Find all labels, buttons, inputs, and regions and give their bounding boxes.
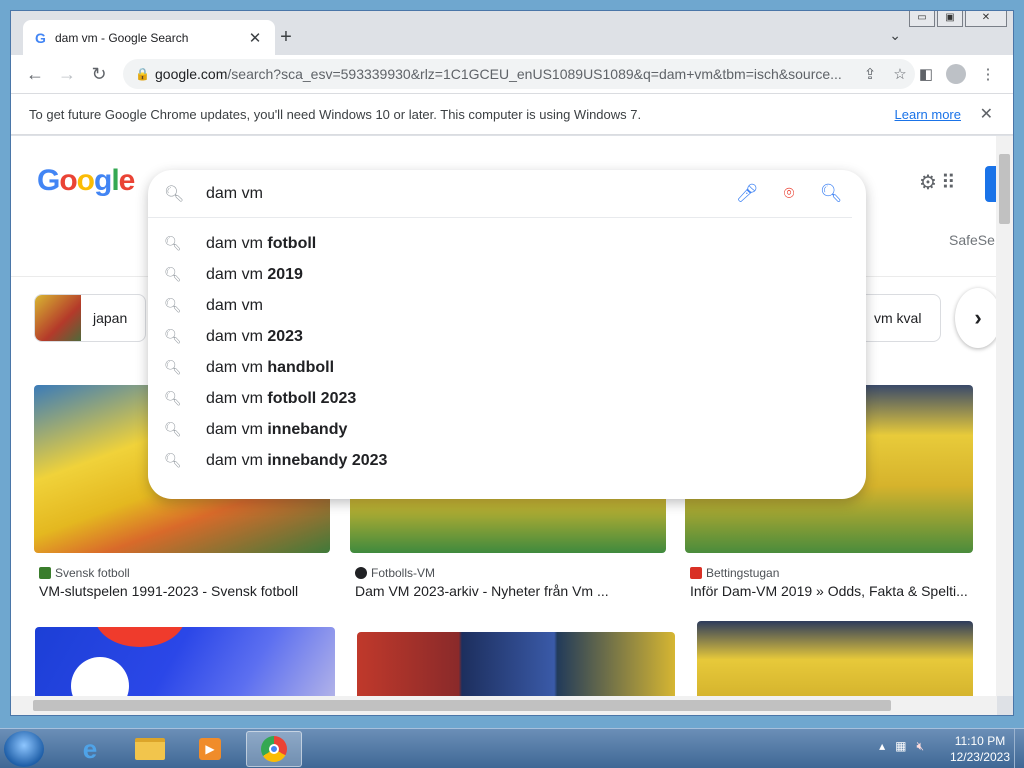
profile-avatar-icon[interactable] [941, 59, 971, 89]
search-icon: 🔍︎ [164, 359, 182, 375]
learn-more-link[interactable]: Learn more [895, 107, 961, 122]
back-button[interactable]: ← [19, 58, 51, 90]
search-submit-icon[interactable]: 🔍︎ [810, 183, 852, 204]
search-icon: 🔍︎ [164, 266, 182, 282]
search-icon: 🔍︎ [164, 328, 182, 344]
settings-gear-icon[interactable]: ⚙ [919, 170, 937, 195]
chip-vm-kval[interactable]: vm kval [857, 294, 941, 342]
share-icon[interactable]: ⇪ [855, 65, 885, 83]
search-magnifier-icon: 🔍︎ [164, 185, 185, 203]
google-lens-icon[interactable]: ⌾ [768, 183, 810, 204]
suggestion-item[interactable]: 🔍︎ dam vm fotboll [148, 228, 866, 259]
result-caption-3[interactable]: Inför Dam-VM 2019 » Odds, Fakta & Spelti… [690, 583, 972, 599]
result-image-4[interactable] [35, 627, 335, 696]
suggestion-item[interactable]: 🔍︎ dam vm innebandy 2023 [148, 445, 866, 476]
lock-icon[interactable]: 🔒 [135, 67, 155, 81]
infobar-message: To get future Google Chrome updates, you… [29, 106, 642, 122]
search-input[interactable]: dam vm [196, 185, 726, 203]
result-image-5[interactable] [357, 632, 675, 696]
result-image-6[interactable] [697, 621, 973, 696]
search-box-dropdown: 🔍︎ dam vm 🎤︎ ⌾ 🔍︎ 🔍︎ dam vm fotboll 🔍︎ dam… [148, 170, 866, 499]
taskbar-clock[interactable]: 11:10 PM 12/23/2023 [950, 733, 1010, 765]
voice-search-mic-icon[interactable]: 🎤︎ [726, 183, 768, 204]
minimize-button[interactable]: ▭ [909, 11, 935, 27]
result-caption-1[interactable]: VM-slutspelen 1991-2023 - Svensk fotboll [39, 583, 329, 599]
orange-circle-shape [95, 627, 185, 647]
horizontal-scrollbar[interactable] [11, 696, 997, 715]
internet-explorer-icon[interactable]: e [62, 731, 118, 767]
address-bar[interactable]: 🔒 google.com/search?sca_esv=593339930&rl… [123, 59, 915, 89]
search-input-row: 🔍︎ dam vm 🎤︎ ⌾ 🔍︎ [148, 170, 852, 218]
infobar-close-icon[interactable]: ✕ [980, 104, 993, 124]
file-explorer-icon[interactable] [122, 731, 178, 767]
safesearch-label[interactable]: SafeSe [949, 232, 995, 248]
chrome-menu-icon[interactable]: ⋮ [973, 59, 1003, 89]
football-favicon-icon [355, 567, 367, 579]
result-caption-2[interactable]: Dam VM 2023-arkiv - Nyheter från Vm ... [355, 583, 655, 599]
apps-grid-icon[interactable]: ⠿ [941, 170, 956, 195]
browser-window: G dam vm - Google Search ✕ + ⌄ ▭ ▣ ✕ ← →… [10, 10, 1014, 716]
tab-close-icon[interactable]: ✕ [247, 29, 263, 47]
result-source-1[interactable]: Svensk fotboll [39, 566, 130, 580]
white-circle-shape [71, 657, 129, 696]
browser-toolbar: ← → ↻ 🔒 google.com/search?sca_esv=593339… [11, 55, 1013, 93]
update-infobar: To get future Google Chrome updates, you… [11, 93, 1013, 135]
chip-label: japan [93, 310, 128, 326]
reload-button[interactable]: ↻ [83, 58, 115, 90]
search-icon: 🔍︎ [164, 297, 182, 313]
chips-next-arrow-icon[interactable]: › [955, 288, 997, 348]
new-tab-button[interactable]: + [275, 26, 297, 48]
tab-title: dam vm - Google Search [55, 30, 189, 45]
search-icon: 🔍︎ [164, 421, 182, 437]
clock-date: 12/23/2023 [949, 750, 1010, 764]
window-controls: ▭ ▣ ✕ [909, 11, 1007, 27]
chip-thumbnail [35, 295, 81, 341]
start-button[interactable] [4, 731, 44, 767]
clock-time: 11:10 PM [954, 734, 1006, 748]
result-source-3[interactable]: Bettingstugan [690, 566, 779, 580]
search-icon: 🔍︎ [164, 390, 182, 406]
horizontal-scroll-thumb[interactable] [33, 700, 891, 711]
search-icon: 🔍︎ [164, 235, 182, 251]
media-player-icon[interactable]: ▶ [182, 731, 238, 767]
tray-expand-arrow-icon[interactable]: ▴ [879, 739, 885, 754]
chip-japan[interactable]: japan [34, 294, 146, 342]
suggestion-list: 🔍︎ dam vm fotboll 🔍︎ dam vm 2019 🔍︎ dam vm … [148, 228, 866, 476]
bettingstugan-favicon-icon [690, 567, 702, 579]
volume-muted-icon[interactable]: 🔇︎ [916, 739, 924, 754]
forward-button[interactable]: → [51, 58, 83, 90]
suggestion-item[interactable]: 🔍︎ dam vm 2019 [148, 259, 866, 290]
chrome-taskbar-icon[interactable] [246, 731, 302, 767]
suggestion-item[interactable]: 🔍︎ dam vm handboll [148, 352, 866, 383]
maximize-button[interactable]: ▣ [937, 11, 963, 27]
vertical-scrollbar[interactable] [996, 136, 1013, 696]
suggestion-item[interactable]: 🔍︎ dam vm innebandy [148, 414, 866, 445]
url-text[interactable]: google.com/search?sca_esv=593339930&rlz=… [155, 66, 855, 82]
google-doodle-logo[interactable]: Google [37, 164, 135, 198]
chip-label: vm kval [874, 310, 922, 326]
suggestion-item[interactable]: 🔍︎ dam vm fotboll 2023 [148, 383, 866, 414]
tab-search-chevron-icon[interactable]: ⌄ [889, 27, 901, 44]
windows-taskbar: e ▶ ▴ ▦ 🔇︎ 11:10 PM 12/23/2023 [0, 728, 1024, 768]
show-desktop-button[interactable] [1014, 729, 1024, 768]
system-tray: ▴ ▦ 🔇︎ [879, 739, 924, 754]
result-source-2[interactable]: Fotbolls-VM [355, 566, 435, 580]
tab-active[interactable]: G dam vm - Google Search ✕ [23, 20, 275, 55]
side-panel-icon[interactable]: ◧ [911, 59, 941, 89]
network-icon[interactable]: ▦ [895, 739, 906, 754]
suggestion-item[interactable]: 🔍︎ dam vm 2023 [148, 321, 866, 352]
svensk-fotboll-favicon-icon [39, 567, 51, 579]
search-icon: 🔍︎ [164, 452, 182, 468]
tab-strip: G dam vm - Google Search ✕ + ⌄ ▭ ▣ ✕ [11, 11, 1013, 55]
close-window-button[interactable]: ✕ [965, 11, 1007, 27]
suggestion-item[interactable]: 🔍︎ dam vm [148, 290, 866, 321]
vertical-scroll-thumb[interactable] [999, 154, 1010, 224]
google-favicon-icon: G [35, 29, 46, 46]
